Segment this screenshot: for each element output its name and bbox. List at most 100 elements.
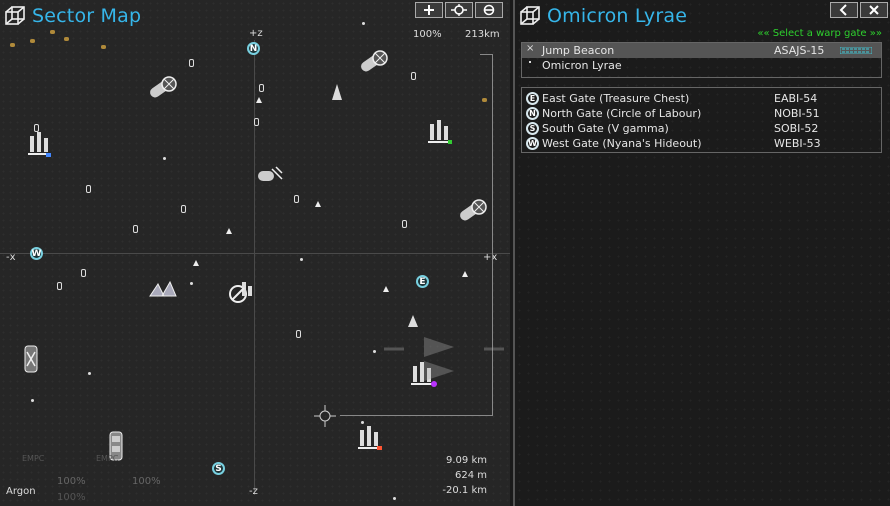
gate-name: East Gate (Treasure Chest) xyxy=(542,92,690,105)
close-button[interactable] xyxy=(860,2,888,18)
signal-bar-icon xyxy=(840,47,872,54)
gate-row-west[interactable]: W West Gate (Nyana's Hideout) WEBI-53 xyxy=(522,136,881,151)
sector-info-panel: Omicron Lyrae «« Select a warp gate »» ×… xyxy=(513,0,890,506)
asteroid[interactable] xyxy=(101,45,106,49)
container-marker[interactable] xyxy=(57,282,62,290)
navigation-dot xyxy=(393,497,396,500)
sector-owner-label: Argon xyxy=(6,486,36,497)
x-icon: × xyxy=(526,43,535,54)
panel-title: Omicron Lyrae xyxy=(547,5,688,27)
west-gate-icon: W xyxy=(526,137,539,150)
container-marker[interactable] xyxy=(34,124,39,132)
target-icon xyxy=(451,4,467,16)
gate-code: EABI-54 xyxy=(774,92,818,105)
faded-percent: 100% xyxy=(57,476,86,487)
ship-marker[interactable] xyxy=(383,286,389,292)
axis-label-minus-z: -z xyxy=(249,486,258,497)
sector-map-header: Sector Map xyxy=(4,3,141,29)
mine-station-icon[interactable] xyxy=(256,163,286,187)
container-marker[interactable] xyxy=(402,220,407,228)
power-plant-station-icon[interactable] xyxy=(145,74,179,104)
east-gate-icon: E xyxy=(526,92,539,105)
west-gate-marker[interactable]: W xyxy=(30,247,43,260)
gate-row-east[interactable]: E East Gate (Treasure Chest) EABI-54 xyxy=(522,91,881,106)
navigation-dot xyxy=(163,157,166,160)
factory-station-icon[interactable] xyxy=(426,118,456,148)
east-gate-marker[interactable]: E xyxy=(416,275,429,288)
container-marker[interactable] xyxy=(411,72,416,80)
panel-title: Sector Map xyxy=(32,5,142,27)
gate-code: NOBI-51 xyxy=(774,107,820,120)
zoom-in-button[interactable] xyxy=(415,2,443,18)
plus-icon xyxy=(424,5,434,15)
ship-icon[interactable] xyxy=(406,314,420,328)
asteroid[interactable] xyxy=(482,98,487,102)
trading-station-icon[interactable] xyxy=(226,278,256,308)
power-plant-station-icon[interactable] xyxy=(455,197,489,227)
center-view-button[interactable] xyxy=(445,2,473,18)
ship-marker[interactable] xyxy=(462,271,468,277)
asteroid[interactable] xyxy=(50,30,55,34)
faded-percent: 100% xyxy=(132,476,161,487)
zoom-level: 100% xyxy=(413,29,442,40)
ship-marker[interactable] xyxy=(226,228,232,234)
container-marker[interactable] xyxy=(133,225,138,233)
north-gate-icon: N xyxy=(526,107,539,120)
list-item-code: ASAJS-15 xyxy=(774,44,825,57)
container-marker[interactable] xyxy=(81,269,86,277)
player-ship-marker-icon[interactable] xyxy=(314,405,336,427)
list-item-name: Omicron Lyrae xyxy=(542,59,622,72)
asteroid[interactable] xyxy=(30,39,35,43)
container-marker[interactable] xyxy=(296,330,301,338)
ship-group-icon[interactable] xyxy=(148,280,178,298)
container-marker[interactable] xyxy=(254,118,259,126)
faded-label: EMPC xyxy=(96,454,119,463)
axis-label-plus-x: +x xyxy=(483,252,498,263)
gate-name: West Gate (Nyana's Hideout) xyxy=(542,137,702,150)
chevron-left-icon xyxy=(839,4,847,16)
ship-marker[interactable] xyxy=(193,260,199,266)
faded-label: EMPC xyxy=(22,454,45,463)
ship-marker[interactable] xyxy=(256,97,262,103)
navigation-dot xyxy=(373,350,376,353)
power-plant-station-icon[interactable] xyxy=(356,48,390,78)
filter-icon xyxy=(483,4,495,16)
gate-code: WEBI-53 xyxy=(774,137,821,150)
container-marker[interactable] xyxy=(259,84,264,92)
close-icon xyxy=(869,5,879,15)
ship-icon[interactable] xyxy=(330,83,344,103)
navigation-dot xyxy=(362,22,365,25)
factory-station-icon[interactable] xyxy=(356,424,386,454)
navigation-dot xyxy=(190,282,193,285)
coord-z-readout: -20.1 km xyxy=(442,485,487,496)
factory-station-icon[interactable] xyxy=(26,128,56,162)
asteroid[interactable] xyxy=(10,43,15,47)
gate-row-north[interactable]: N North Gate (Circle of Labour) NOBI-51 xyxy=(522,106,881,121)
cursor-guide-tick xyxy=(480,54,493,55)
container-marker[interactable] xyxy=(189,59,194,67)
container-marker[interactable] xyxy=(86,185,91,193)
list-item-jump-beacon[interactable]: × Jump Beacon ASAJS-15 xyxy=(522,43,881,58)
sector-map-panel[interactable]: Sector Map 100% 213km +z -z -x +x N W E … xyxy=(0,0,510,506)
gate-name: North Gate (Circle of Labour) xyxy=(542,107,702,120)
list-item-name: Jump Beacon xyxy=(542,44,615,57)
gate-row-south[interactable]: S South Gate (V gamma) SOBI-52 xyxy=(522,121,881,136)
container-marker[interactable] xyxy=(181,205,186,213)
south-gate-marker[interactable]: S xyxy=(212,462,225,475)
shipyard-station-icon[interactable] xyxy=(22,344,40,374)
dot-icon xyxy=(526,61,531,63)
asteroid[interactable] xyxy=(64,37,69,41)
cube-wireframe-icon xyxy=(520,6,540,25)
back-button[interactable] xyxy=(830,2,858,18)
x-axis-line xyxy=(0,253,510,254)
navigation-dot xyxy=(300,258,303,261)
navigation-dot xyxy=(31,399,34,402)
cube-wireframe-icon xyxy=(5,6,25,25)
toggle-view-button[interactable] xyxy=(475,2,503,18)
list-item-sector[interactable]: Omicron Lyrae xyxy=(522,58,881,73)
north-gate-marker[interactable]: N xyxy=(247,42,260,55)
ship-marker[interactable] xyxy=(315,201,321,207)
coord-y-readout: 624 m xyxy=(454,470,487,481)
south-gate-icon: S xyxy=(526,122,539,135)
container-marker[interactable] xyxy=(294,195,299,203)
